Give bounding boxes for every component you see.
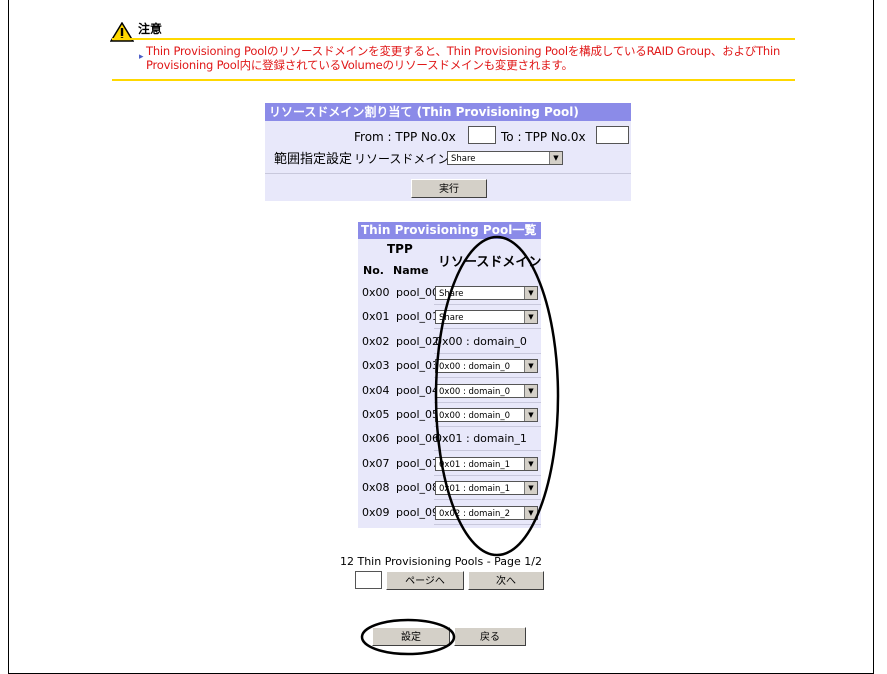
row-divider — [434, 450, 541, 451]
goto-page-button[interactable]: ページへ — [386, 571, 464, 590]
dropdown-arrow-icon: ▼ — [549, 152, 562, 164]
warning-divider-top — [112, 38, 795, 40]
page-number-input[interactable] — [355, 571, 382, 589]
pool-domain-select-value: 0x01 : domain_1 — [439, 484, 511, 494]
assign-panel-header: リソースドメイン割り当て (Thin Provisioning Pool) — [265, 103, 631, 121]
resource-domain-select[interactable]: Share ▼ — [447, 151, 563, 165]
table-row: 0x00 pool_00 Share ▼ — [358, 281, 541, 305]
pool-number: 0x04 — [362, 384, 390, 397]
row-divider — [434, 499, 541, 500]
pool-list-header: Thin Provisioning Pool一覧 — [358, 222, 541, 239]
pool-number: 0x08 — [362, 481, 390, 494]
to-tpp-input[interactable] — [596, 126, 629, 144]
pool-number: 0x02 — [362, 335, 390, 348]
pool-domain-select-value: 0x00 : domain_0 — [439, 387, 511, 397]
pool-name: pool_06 — [396, 432, 439, 445]
dropdown-arrow-icon: ▼ — [524, 482, 537, 494]
dropdown-arrow-icon: ▼ — [524, 360, 537, 372]
bullet-arrow-icon: ▸ — [139, 52, 144, 62]
column-header-no: No. — [363, 264, 384, 277]
pool-name: pool_00 — [396, 286, 439, 299]
range-setting-label: 範囲指定設定 — [274, 152, 353, 167]
pool-domain-select[interactable]: 0x00 : domain_0 ▼ — [435, 384, 538, 398]
pool-domain-value: 0x00 : domain_0 — [435, 335, 527, 348]
resource-domain-select-value: Share — [451, 154, 476, 164]
pool-name: pool_03 — [396, 359, 439, 372]
pool-domain-select-value: 0x02 : domain_2 — [439, 509, 511, 519]
set-button[interactable]: 設定 — [372, 627, 450, 646]
pool-name: pool_05 — [396, 408, 439, 421]
pool-name: pool_04 — [396, 384, 439, 397]
dropdown-arrow-icon: ▼ — [524, 385, 537, 397]
column-header-name: Name — [393, 264, 429, 277]
table-row: 0x01 pool_01 Share ▼ — [358, 305, 541, 329]
pool-domain-select-value: 0x00 : domain_0 — [439, 411, 511, 421]
dropdown-arrow-icon: ▼ — [524, 409, 537, 421]
table-row: 0x02 pool_02 0x00 : domain_0 — [358, 330, 541, 354]
dropdown-arrow-icon: ▼ — [524, 458, 537, 470]
row-divider — [434, 328, 541, 329]
to-label: To : TPP No.0x — [501, 130, 586, 144]
dropdown-arrow-icon: ▼ — [524, 311, 537, 323]
pool-name: pool_09 — [396, 506, 439, 519]
pool-name: pool_02 — [396, 335, 439, 348]
pool-domain-select-value: Share — [439, 289, 464, 299]
pool-domain-select[interactable]: Share ▼ — [435, 310, 538, 324]
dropdown-arrow-icon: ▼ — [524, 507, 537, 519]
table-row: 0x04 pool_04 0x00 : domain_0 ▼ — [358, 379, 541, 403]
pool-name: pool_08 — [396, 481, 439, 494]
table-row: 0x08 pool_08 0x01 : domain_1 ▼ — [358, 476, 541, 500]
assign-divider — [265, 173, 631, 174]
pool-name: pool_01 — [396, 310, 439, 323]
pagination-summary: 12 Thin Provisioning Pools - Page 1/2 — [340, 555, 543, 568]
next-page-button[interactable]: 次へ — [468, 571, 544, 590]
pool-number: 0x00 — [362, 286, 390, 299]
resource-domain-label: リソースドメイン : — [354, 152, 458, 166]
pool-domain-select-value: 0x01 : domain_1 — [439, 460, 511, 470]
table-row: 0x06 pool_06 0x01 : domain_1 — [358, 427, 541, 451]
resource-domain-assign-panel: リソースドメイン割り当て (Thin Provisioning Pool) 範囲… — [265, 103, 631, 201]
row-divider — [434, 524, 541, 525]
column-header-resource-domain: リソースドメイン — [438, 255, 542, 270]
warning-divider-bottom — [112, 79, 795, 81]
pool-domain-select[interactable]: 0x02 : domain_2 ▼ — [435, 506, 538, 520]
back-button[interactable]: 戻る — [454, 627, 526, 646]
warning-title: 注意 — [138, 22, 163, 36]
warning-message: Thin Provisioning Poolのリソースドメインを変更すると、Th… — [146, 44, 781, 72]
table-row: 0x05 pool_05 0x00 : domain_0 ▼ — [358, 403, 541, 427]
execute-button[interactable]: 実行 — [411, 179, 487, 198]
column-header-tpp: TPP — [387, 242, 413, 256]
pool-name: pool_07 — [396, 457, 439, 470]
pool-domain-select[interactable]: Share ▼ — [435, 286, 538, 300]
row-divider — [434, 377, 541, 378]
pool-domain-select[interactable]: 0x00 : domain_0 ▼ — [435, 359, 538, 373]
pool-number: 0x07 — [362, 457, 390, 470]
pool-number: 0x05 — [362, 408, 390, 421]
pool-domain-value: 0x01 : domain_1 — [435, 432, 527, 445]
pool-number: 0x06 — [362, 432, 390, 445]
pool-domain-select-value: Share — [439, 313, 464, 323]
pool-domain-select-value: 0x00 : domain_0 — [439, 362, 511, 372]
pool-number: 0x01 — [362, 310, 390, 323]
pool-domain-select[interactable]: 0x01 : domain_1 ▼ — [435, 481, 538, 495]
pool-domain-select[interactable]: 0x01 : domain_1 ▼ — [435, 457, 538, 471]
table-row: 0x07 pool_07 0x01 : domain_1 ▼ — [358, 452, 541, 476]
table-row: 0x09 pool_09 0x02 : domain_2 ▼ — [358, 501, 541, 525]
from-tpp-input[interactable] — [468, 126, 496, 144]
pool-number: 0x09 — [362, 506, 390, 519]
dropdown-arrow-icon: ▼ — [524, 287, 537, 299]
pool-domain-select[interactable]: 0x00 : domain_0 ▼ — [435, 408, 538, 422]
from-label: From : TPP No.0x — [354, 130, 456, 144]
pool-number: 0x03 — [362, 359, 390, 372]
table-row: 0x03 pool_03 0x00 : domain_0 ▼ — [358, 354, 541, 378]
